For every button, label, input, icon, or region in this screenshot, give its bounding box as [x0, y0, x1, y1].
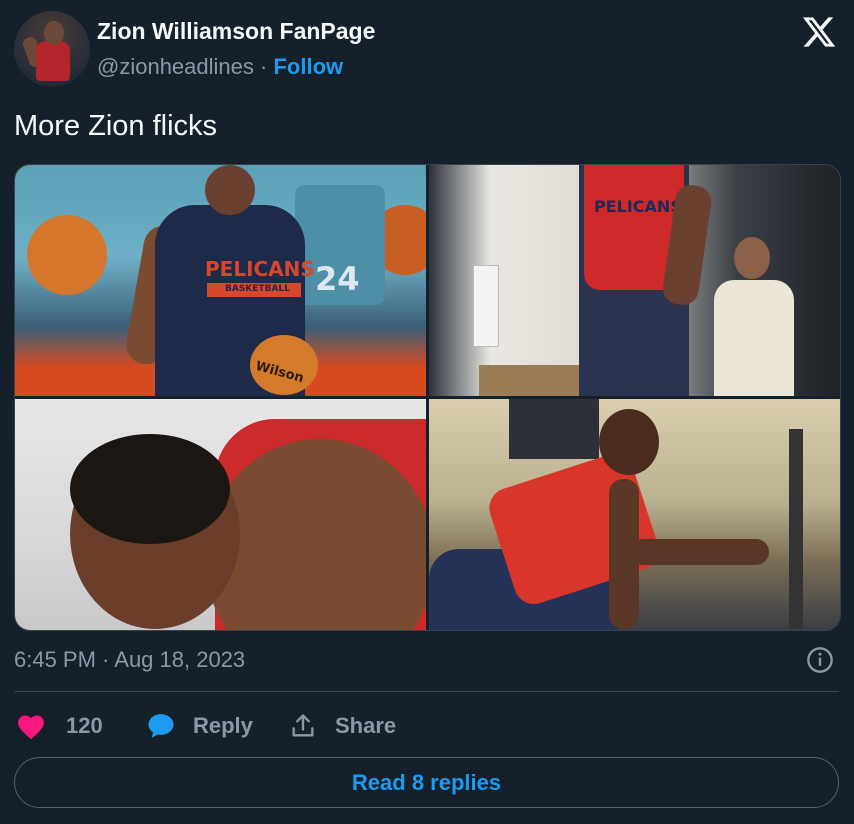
photo-2[interactable]: PELICANS — [429, 165, 840, 396]
photo1-jersey-subtext: BASKETBALL — [225, 284, 290, 294]
gym-equipment — [789, 429, 803, 629]
player-head — [599, 409, 659, 475]
like-count: 120 — [66, 713, 103, 738]
wall-dispenser — [473, 265, 499, 347]
tweet-timestamp[interactable]: 6:45 PM · Aug 18, 2023 — [14, 647, 245, 673]
player-forearm — [629, 539, 769, 565]
media-grid: 24 PELICANS BASKETBALL Wilson PELICANS — [14, 164, 841, 631]
player-hair — [70, 434, 230, 544]
follow-button[interactable]: Follow — [273, 54, 343, 79]
heart-icon — [18, 715, 44, 740]
table — [479, 365, 579, 396]
avatar[interactable] — [14, 11, 90, 87]
info-icon[interactable] — [806, 646, 834, 674]
banner-basketball-graphic — [27, 215, 107, 295]
player-head — [205, 165, 255, 215]
handle-separator: · — [260, 54, 268, 79]
tweet-text: More Zion flicks — [14, 110, 218, 142]
background-person-head — [734, 237, 770, 279]
author-display-name[interactable]: Zion Williamson FanPage — [97, 18, 375, 45]
author-handle-row: @zionheadlines · Follow — [97, 54, 343, 80]
background-person — [714, 280, 794, 396]
read-replies-button[interactable]: Read 8 replies — [14, 757, 839, 808]
photo2-jersey-text: PELICANS — [594, 197, 682, 216]
reply-bubble-icon — [148, 714, 174, 738]
x-logo-icon[interactable] — [800, 14, 838, 50]
photo-3[interactable] — [15, 399, 426, 630]
share-button[interactable]: Share — [289, 708, 396, 744]
photo-1[interactable]: 24 PELICANS BASKETBALL Wilson — [15, 165, 426, 396]
like-button[interactable]: 120 — [16, 708, 103, 744]
divider — [14, 691, 839, 692]
banner-number: 24 — [315, 260, 360, 298]
background-screen — [509, 399, 599, 459]
photo-4[interactable] — [429, 399, 840, 630]
reply-button[interactable]: Reply — [146, 708, 253, 744]
share-label: Share — [335, 713, 397, 738]
photo1-jersey-text: PELICANS — [205, 257, 315, 281]
share-icon — [292, 714, 314, 737]
reply-label: Reply — [193, 713, 253, 738]
tweet-embed-card: Zion Williamson FanPage @zionheadlines ·… — [0, 0, 854, 824]
author-handle[interactable]: @zionheadlines — [97, 54, 254, 79]
